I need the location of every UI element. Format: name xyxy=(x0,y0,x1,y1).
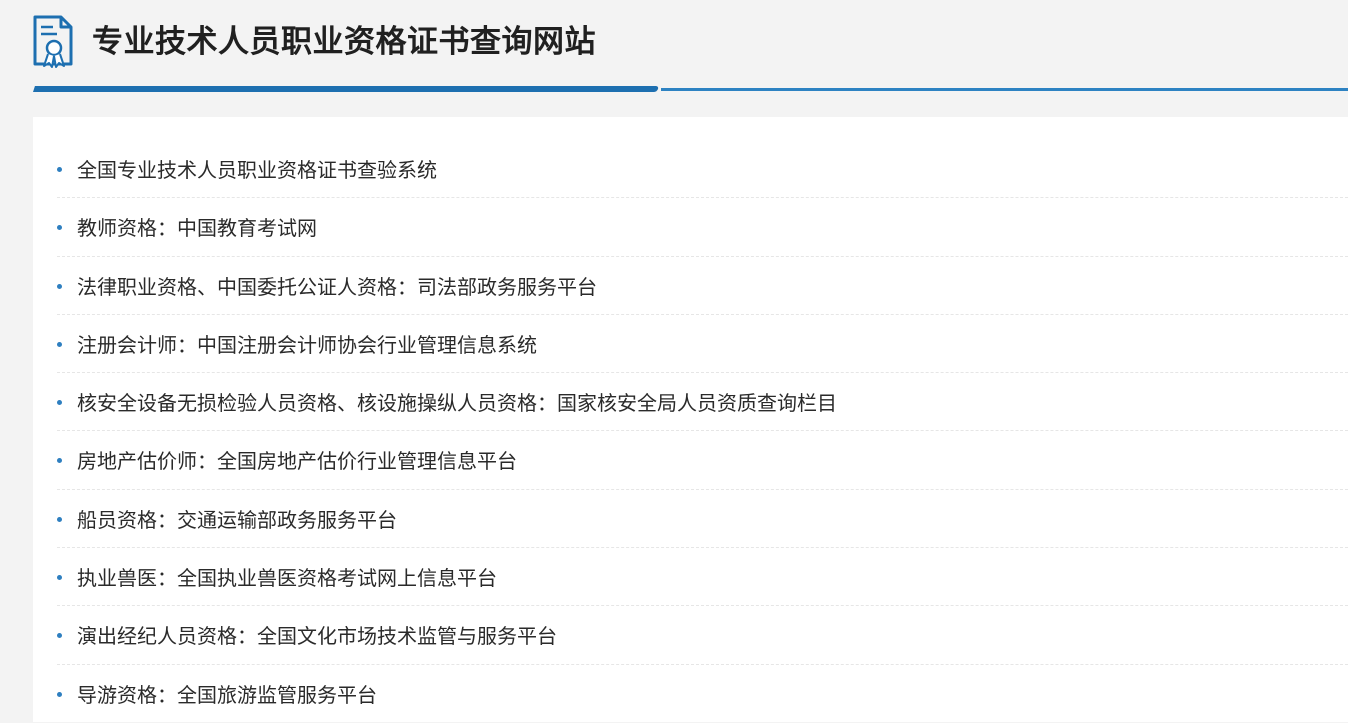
list-item-link[interactable]: 房地产估价师：全国房地产估价行业管理信息平台 xyxy=(77,449,517,473)
bullet-icon xyxy=(57,633,62,639)
list-item-link[interactable]: 法律职业资格、中国委托公证人资格：司法部政务服务平台 xyxy=(77,275,597,299)
list-item: 船员资格：交通运输部政务服务平台 xyxy=(57,490,1348,549)
list-item-link[interactable]: 教师资格：中国教育考试网 xyxy=(77,216,317,240)
certificate-icon xyxy=(33,15,73,68)
certificate-site-list: 全国专业技术人员职业资格证书查验系统 教师资格：中国教育考试网 法律职业资格、中… xyxy=(33,140,1348,723)
list-item-link[interactable]: 演出经纪人员资格：全国文化市场技术监管与服务平台 xyxy=(77,624,557,648)
list-item-link[interactable]: 注册会计师：中国注册会计师协会行业管理信息系统 xyxy=(77,333,537,357)
list-item-link[interactable]: 执业兽医：全国执业兽医资格考试网上信息平台 xyxy=(77,566,497,590)
list-item: 执业兽医：全国执业兽医资格考试网上信息平台 xyxy=(57,548,1348,607)
list-item: 注册会计师：中国注册会计师协会行业管理信息系统 xyxy=(57,315,1348,374)
list-item: 全国专业技术人员职业资格证书查验系统 xyxy=(57,140,1348,199)
bullet-icon xyxy=(57,575,62,581)
list-item: 导游资格：全国旅游监管服务平台 xyxy=(57,665,1348,723)
list-item: 核安全设备无损检验人员资格、核设施操纵人员资格：国家核安全局人员资质查询栏目 xyxy=(57,373,1348,432)
list-item: 演出经纪人员资格：全国文化市场技术监管与服务平台 xyxy=(57,606,1348,665)
bullet-icon xyxy=(57,400,62,406)
bullet-icon xyxy=(57,458,62,464)
bullet-icon xyxy=(57,167,62,172)
list-item: 教师资格：中国教育考试网 xyxy=(57,198,1348,257)
bullet-icon xyxy=(57,516,62,522)
bullet-icon xyxy=(57,225,62,231)
list-item-link[interactable]: 核安全设备无损检验人员资格、核设施操纵人员资格：国家核安全局人员资质查询栏目 xyxy=(77,391,837,415)
header-divider-accent xyxy=(33,86,659,92)
page-header: 专业技术人员职业资格证书查询网站 xyxy=(0,0,1348,100)
bullet-icon xyxy=(57,691,62,697)
link-list-panel: 全国专业技术人员职业资格证书查验系统 教师资格：中国教育考试网 法律职业资格、中… xyxy=(33,117,1348,722)
bullet-icon xyxy=(57,341,62,347)
list-item-link[interactable]: 全国专业技术人员职业资格证书查验系统 xyxy=(77,158,437,182)
page-title: 专业技术人员职业资格证书查询网站 xyxy=(92,24,596,60)
list-item-link[interactable]: 导游资格：全国旅游监管服务平台 xyxy=(77,683,377,707)
list-item: 法律职业资格、中国委托公证人资格：司法部政务服务平台 xyxy=(57,257,1348,315)
list-item-link[interactable]: 船员资格：交通运输部政务服务平台 xyxy=(77,508,397,532)
header-divider-line xyxy=(661,88,1348,91)
bullet-icon xyxy=(57,283,62,289)
list-item: 房地产估价师：全国房地产估价行业管理信息平台 xyxy=(57,431,1348,490)
